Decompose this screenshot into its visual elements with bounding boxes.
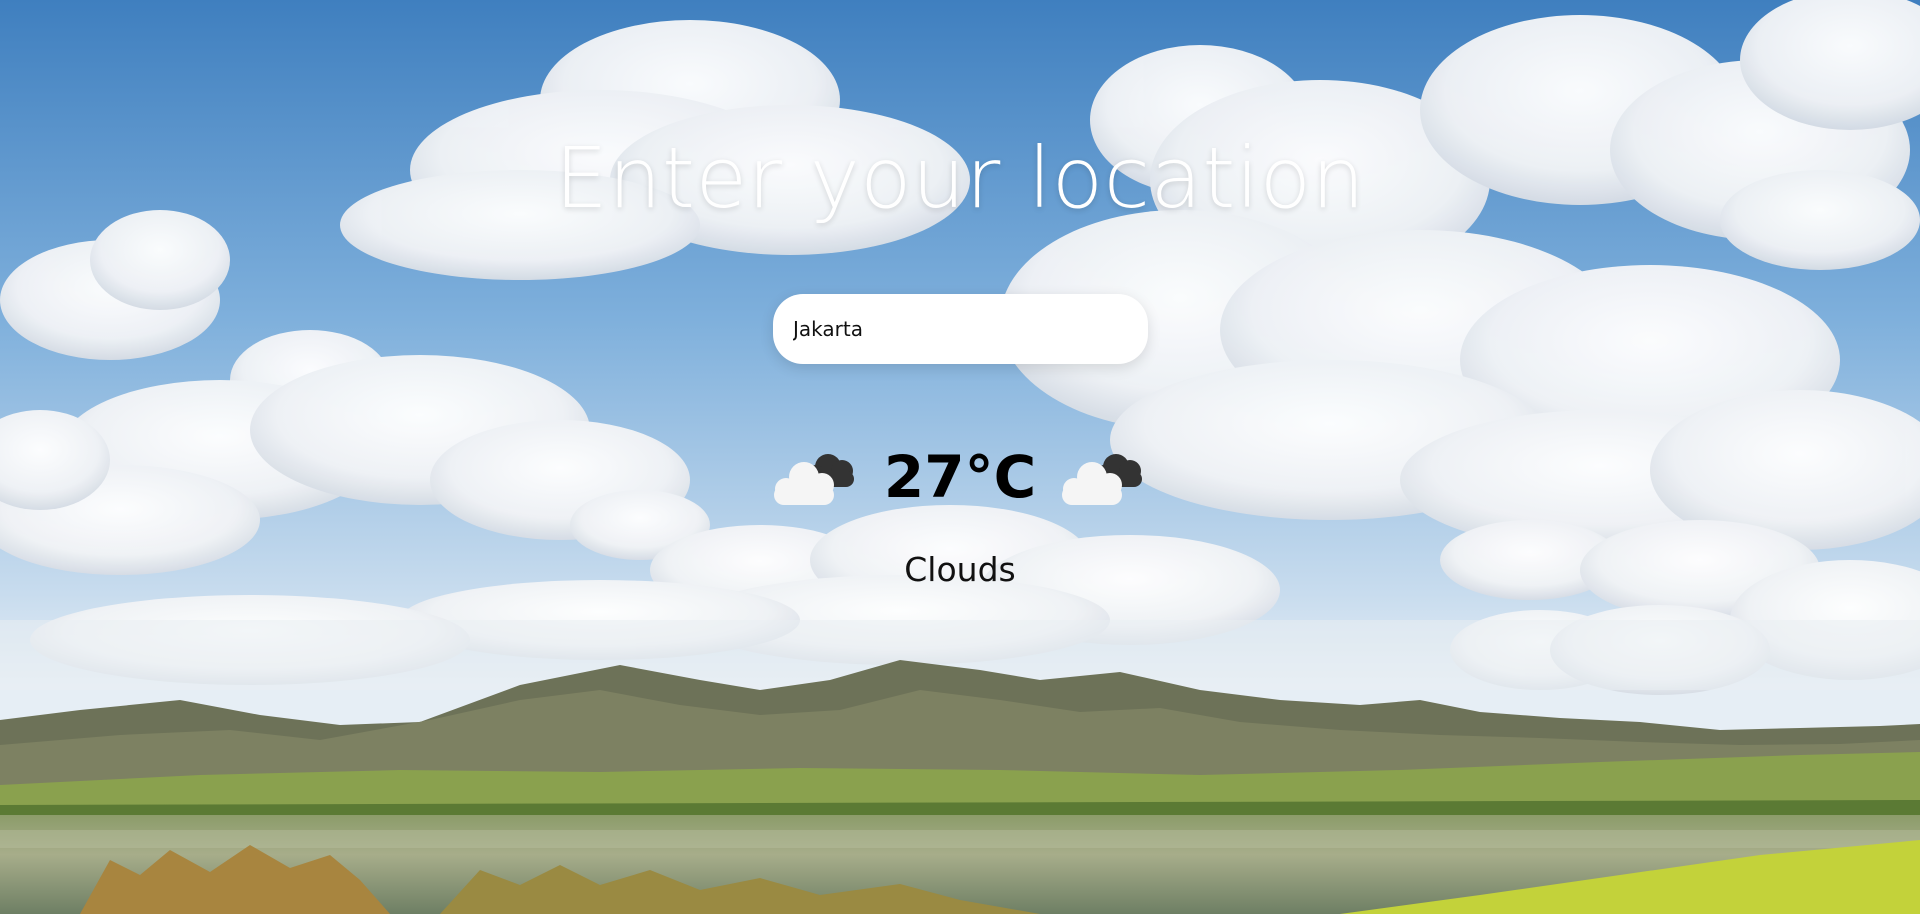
page-title: Enter your location [554, 129, 1366, 227]
weather-summary: 27°C [0, 440, 1920, 515]
weather-app-page: Enter your location 27°C [0, 0, 1920, 914]
cloud-icon [1062, 453, 1143, 505]
cloud-icon [773, 453, 854, 505]
location-search-input[interactable] [773, 294, 1148, 364]
weather-condition: Clouds [904, 550, 1016, 589]
main-content: Enter your location 27°C [0, 0, 1920, 914]
temperature-value: 27°C [883, 443, 1037, 511]
